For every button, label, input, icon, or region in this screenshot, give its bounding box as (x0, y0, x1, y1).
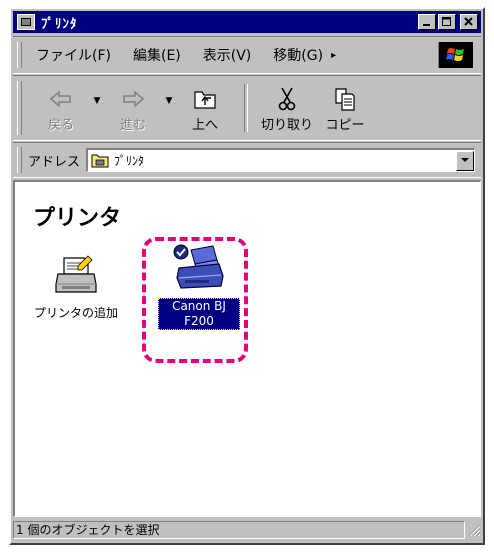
add-printer-icon (55, 255, 97, 293)
up-folder-icon (194, 91, 216, 109)
chevron-down-icon (461, 158, 469, 162)
folder-view[interactable]: プリンタ プリンタの追加 Canon BJ F200 (13, 180, 481, 517)
forward-button[interactable]: 進む (104, 80, 162, 136)
cut-label: 切り取り (260, 118, 313, 133)
canon-printer-label: Canon BJ F200 (158, 298, 240, 330)
menu-file[interactable]: ファイル(F) (36, 45, 111, 65)
forward-dropdown-icon[interactable]: ▼ (162, 96, 176, 106)
printer-icon (173, 244, 224, 289)
toolbar-grip[interactable] (17, 81, 22, 135)
maximize-button[interactable] (438, 14, 456, 30)
forward-arrow-icon (123, 90, 145, 108)
toolbar-separator (244, 84, 248, 132)
address-bar: アドレス ﾌﾟﾘﾝﾀ (13, 142, 481, 178)
up-label: 上へ (191, 118, 218, 133)
window-controls (418, 14, 478, 30)
standard-toolbar: 戻る ▼ 進む ▼ 上へ 切り取り コピー (13, 75, 481, 141)
status-bar: 1 個のオブジェクトを選択 (13, 519, 481, 541)
minimize-button[interactable] (418, 14, 436, 30)
add-printer-label: プリンタの追加 (33, 306, 118, 320)
title-bar[interactable]: ﾌﾟﾘﾝﾀ (13, 11, 481, 33)
window-title: ﾌﾟﾘﾝﾀ (41, 16, 78, 32)
status-text: 1 個のオブジェクトを選択 (13, 521, 465, 539)
close-button[interactable] (460, 14, 478, 30)
address-dropdown-button[interactable] (456, 150, 474, 171)
add-printer-item[interactable]: プリンタの追加 (21, 252, 131, 321)
windows-logo (438, 42, 473, 68)
canon-printer-item[interactable]: Canon BJ F200 (149, 242, 249, 330)
printers-folder-icon (17, 14, 35, 30)
copy-icon (335, 88, 355, 111)
menu-view[interactable]: 表示(V) (203, 45, 252, 65)
back-arrow-icon (49, 90, 71, 108)
back-label: 戻る (47, 118, 74, 133)
close-icon (464, 17, 473, 26)
copy-button[interactable]: コピー (316, 80, 374, 136)
folder-heading: プリンタ (33, 206, 122, 231)
scissors-icon (278, 87, 296, 111)
addressbar-grip[interactable] (17, 147, 22, 173)
up-button[interactable]: 上へ (176, 80, 234, 136)
cut-button[interactable]: 切り取り (258, 80, 316, 136)
address-value: ﾌﾟﾘﾝﾀ (114, 154, 145, 168)
menu-go[interactable]: 移動(G) (273, 45, 323, 65)
printers-folder-icon (91, 154, 109, 167)
back-dropdown-icon[interactable]: ▼ (90, 96, 104, 106)
menubar-grip[interactable] (17, 42, 22, 68)
minimize-icon (423, 24, 430, 26)
explorer-window: ﾌﾟﾘﾝﾀ ファイル(F) 編集(E) 表示(V) 移動(G) ▸ 戻る ▼ 進… (9, 7, 485, 545)
windows-flag-icon (446, 48, 464, 61)
resize-grip-icon[interactable] (467, 523, 481, 537)
back-button[interactable]: 戻る (32, 80, 90, 136)
menu-edit[interactable]: 編集(E) (133, 45, 181, 65)
maximize-icon (442, 17, 451, 26)
copy-label: コピー (325, 118, 365, 133)
forward-label: 進む (119, 118, 146, 133)
menu-overflow-arrow-icon[interactable]: ▸ (331, 50, 336, 61)
address-field[interactable]: ﾌﾟﾘﾝﾀ (86, 148, 475, 172)
menu-bar: ファイル(F) 編集(E) 表示(V) 移動(G) ▸ (13, 36, 481, 74)
address-label: アドレス (28, 154, 81, 170)
